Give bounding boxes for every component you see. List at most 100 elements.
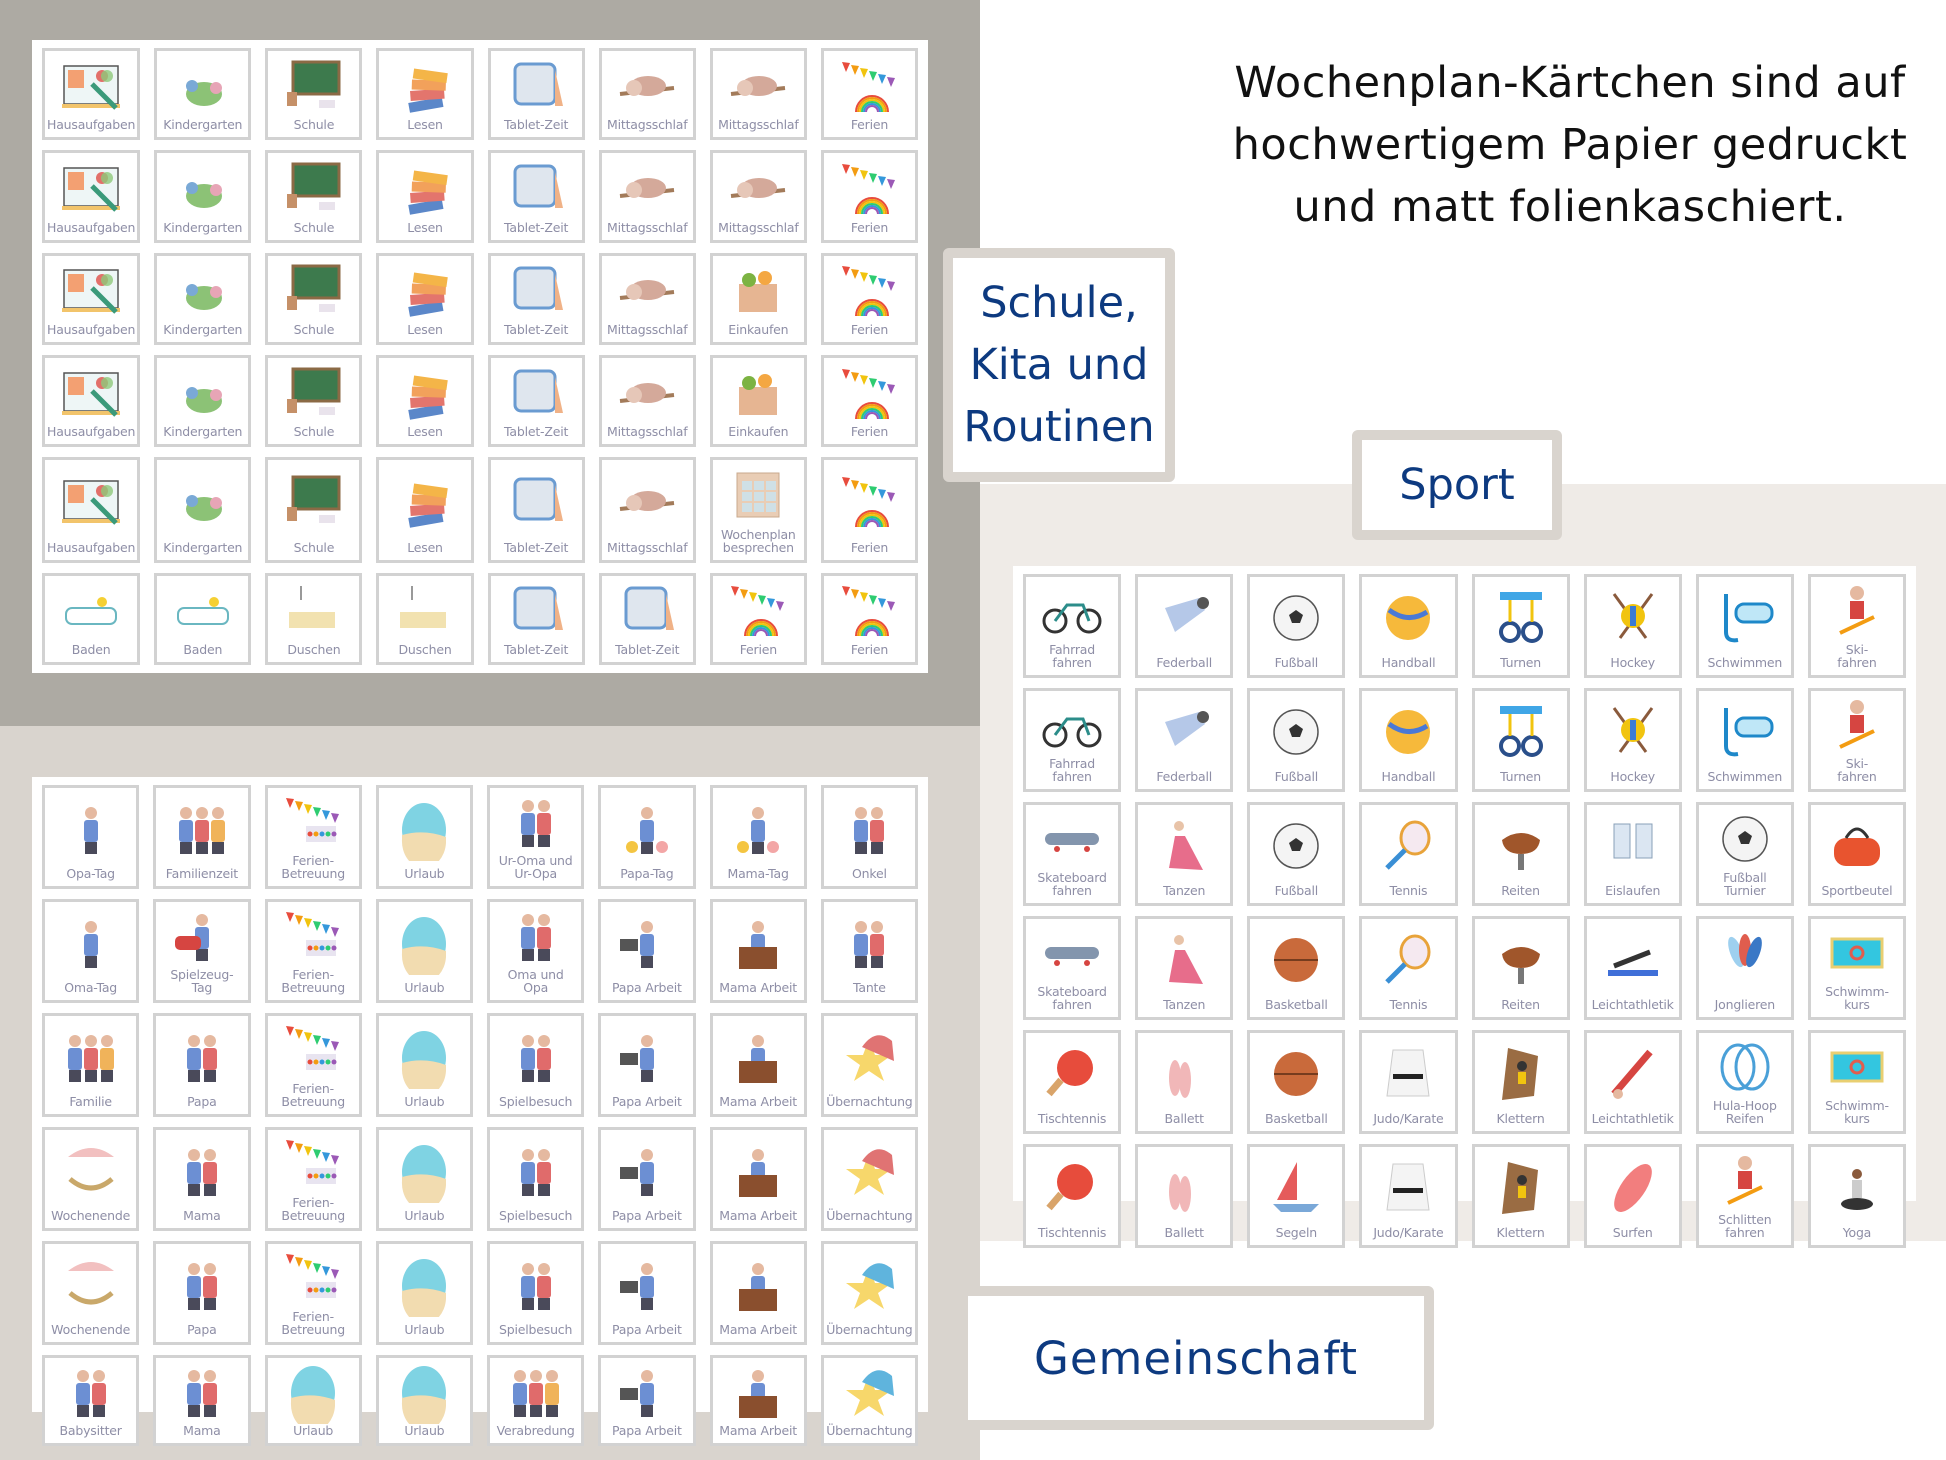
soccer-ball-icon: [1252, 581, 1340, 656]
family-picnic-icon-graphic: [178, 806, 225, 854]
homework-book-icon: [47, 260, 135, 323]
father-laptop-icon: [603, 1248, 690, 1323]
chalkboard-icon: [270, 157, 357, 220]
father-shoulders-icon-graphic: [186, 1262, 217, 1310]
basketball-icon: [1252, 1037, 1340, 1112]
activity-card-label: Schule: [293, 539, 335, 555]
school-category-text: Schule, Kita und Routinen: [963, 278, 1155, 452]
activity-card: Spielzeug- Tag: [153, 899, 251, 1003]
tablet-icon: [493, 260, 580, 323]
surfboard-icon-graphic: [1613, 1163, 1652, 1212]
skier-icon-graphic: [1839, 586, 1875, 635]
activity-card: Schlitten fahren: [1695, 1144, 1794, 1248]
activity-card: Mittagsschlaf: [709, 150, 807, 243]
shower-icon: [270, 580, 357, 643]
climber-icon-graphic: [1501, 1161, 1538, 1214]
activity-card-label: Schwimmen: [1707, 655, 1783, 670]
climber-icon: [1477, 1037, 1565, 1112]
juggling-clubs-icon-graphic: [1727, 933, 1762, 967]
soccer-ball-icon-graphic: [1273, 594, 1320, 641]
family-group-icon: [47, 1020, 134, 1095]
activity-card-label: Jonglieren: [1714, 997, 1776, 1012]
activity-card-label: Hausaufgaben: [47, 219, 136, 235]
bunting-paints-icon: [270, 1134, 357, 1196]
kids-playing-icon: [492, 1362, 579, 1424]
activity-card: Handball: [1359, 688, 1458, 792]
activity-card: Turnen: [1471, 574, 1570, 678]
tablet-icon-graphic: [624, 586, 675, 631]
activity-card: Lesen: [376, 252, 474, 345]
chalkboard-icon-graphic: [286, 264, 341, 313]
activity-card: Kindergarten: [154, 354, 252, 448]
community-card-sheet: Opa-Tag Familienzeit Ferien- Betreuung Urla…: [32, 777, 928, 1446]
homework-book-icon: [47, 55, 135, 118]
volleyball-icon: [1364, 695, 1452, 770]
activity-card: Lesen: [376, 354, 474, 448]
skier-icon: [1813, 695, 1901, 757]
activity-card: Fußball Turnier: [1695, 802, 1794, 906]
activity-card-label: Schule: [293, 321, 335, 337]
activity-card: Handball: [1359, 574, 1458, 678]
sleepy-star-blue-icon: [826, 1362, 913, 1424]
activity-card-label: Ski- fahren: [1837, 756, 1877, 784]
activity-card-label: Ferien: [850, 424, 889, 440]
activity-card-label: Tennis: [1389, 883, 1428, 898]
bunting-paints-icon: [270, 1020, 357, 1082]
activity-card: Schwimm- kurs: [1807, 916, 1906, 1020]
hammock-icon-graphic: [67, 1147, 114, 1190]
gym-rings-icon: [1477, 695, 1565, 770]
father-laptop-icon-graphic: [619, 1370, 654, 1417]
activity-card: Ferien: [820, 252, 918, 345]
activity-card: Schule: [265, 48, 363, 141]
beach-icon-graphic: [402, 1030, 447, 1089]
activity-card: Übernachtung: [820, 1127, 918, 1231]
sailboat-icon: [1252, 1151, 1340, 1226]
activity-card: Urlaub: [264, 1355, 362, 1446]
activity-card: Papa-Tag: [598, 785, 696, 889]
rainbow-bunting-icon: [826, 580, 913, 643]
activity-card-label: Mittagsschlaf: [607, 321, 688, 337]
activity-card-label: Babysitter: [59, 1423, 122, 1438]
activity-card: Ferien: [820, 572, 918, 665]
activity-card: Familie: [42, 1013, 140, 1117]
activity-card: Tablet-Zeit: [487, 572, 585, 665]
activity-card-label: Hausaufgaben: [47, 424, 136, 440]
activity-card-label: Wochenende: [51, 1208, 131, 1223]
activity-card: Judo/Karate: [1359, 1030, 1458, 1134]
activity-card: Schule: [265, 252, 363, 345]
activity-card-label: Ballett: [1164, 1111, 1204, 1126]
activity-card: Federball: [1135, 574, 1234, 678]
activity-card: Opa-Tag: [42, 785, 140, 889]
activity-card-label: Basketball: [1264, 1111, 1328, 1126]
bunting-paints-icon-graphic: [286, 798, 340, 842]
chalkboard-icon: [270, 362, 357, 425]
rainbow-bunting-icon-graphic: [842, 61, 896, 112]
activity-card: Kindergarten: [154, 150, 252, 243]
activity-card-label: Hausaufgaben: [47, 321, 136, 337]
activity-card-label: Spielbesuch: [499, 1208, 573, 1223]
activity-card-label: Klettern: [1496, 1225, 1545, 1240]
activity-card: Mama: [153, 1355, 251, 1446]
activity-card-label: Schlitten fahren: [1718, 1212, 1772, 1240]
homework-book-icon: [47, 157, 135, 220]
activity-card-label: Schule: [293, 424, 335, 440]
sleeping-sloth-icon: [604, 55, 691, 118]
activity-card: Tennis: [1359, 802, 1458, 906]
saddle-icon: [1477, 923, 1565, 998]
activity-card-label: Mama Arbeit: [719, 1423, 797, 1438]
activity-card: Reiten: [1471, 802, 1570, 906]
activity-card-label: Mama Arbeit: [719, 1208, 797, 1223]
activity-card: Fußball: [1247, 574, 1346, 678]
activity-card-label: Oma und Opa: [507, 967, 564, 995]
activity-card: Ferien- Betreuung: [264, 1013, 362, 1117]
activity-card: Klettern: [1471, 1030, 1570, 1134]
activity-card: Fahrrad fahren: [1023, 574, 1122, 678]
sailboat-icon-graphic: [1273, 1161, 1320, 1212]
father-laptop-icon-graphic: [619, 1148, 654, 1196]
karate-gi-icon-graphic: [1386, 1163, 1431, 1210]
beach-icon: [381, 792, 468, 867]
sleepy-star-blue-icon-graphic: [846, 1370, 895, 1416]
activity-card-label: Tablet-Zeit: [504, 219, 569, 235]
mother-desk-icon: [715, 1020, 802, 1095]
sleeping-sloth-icon-graphic: [619, 382, 675, 403]
